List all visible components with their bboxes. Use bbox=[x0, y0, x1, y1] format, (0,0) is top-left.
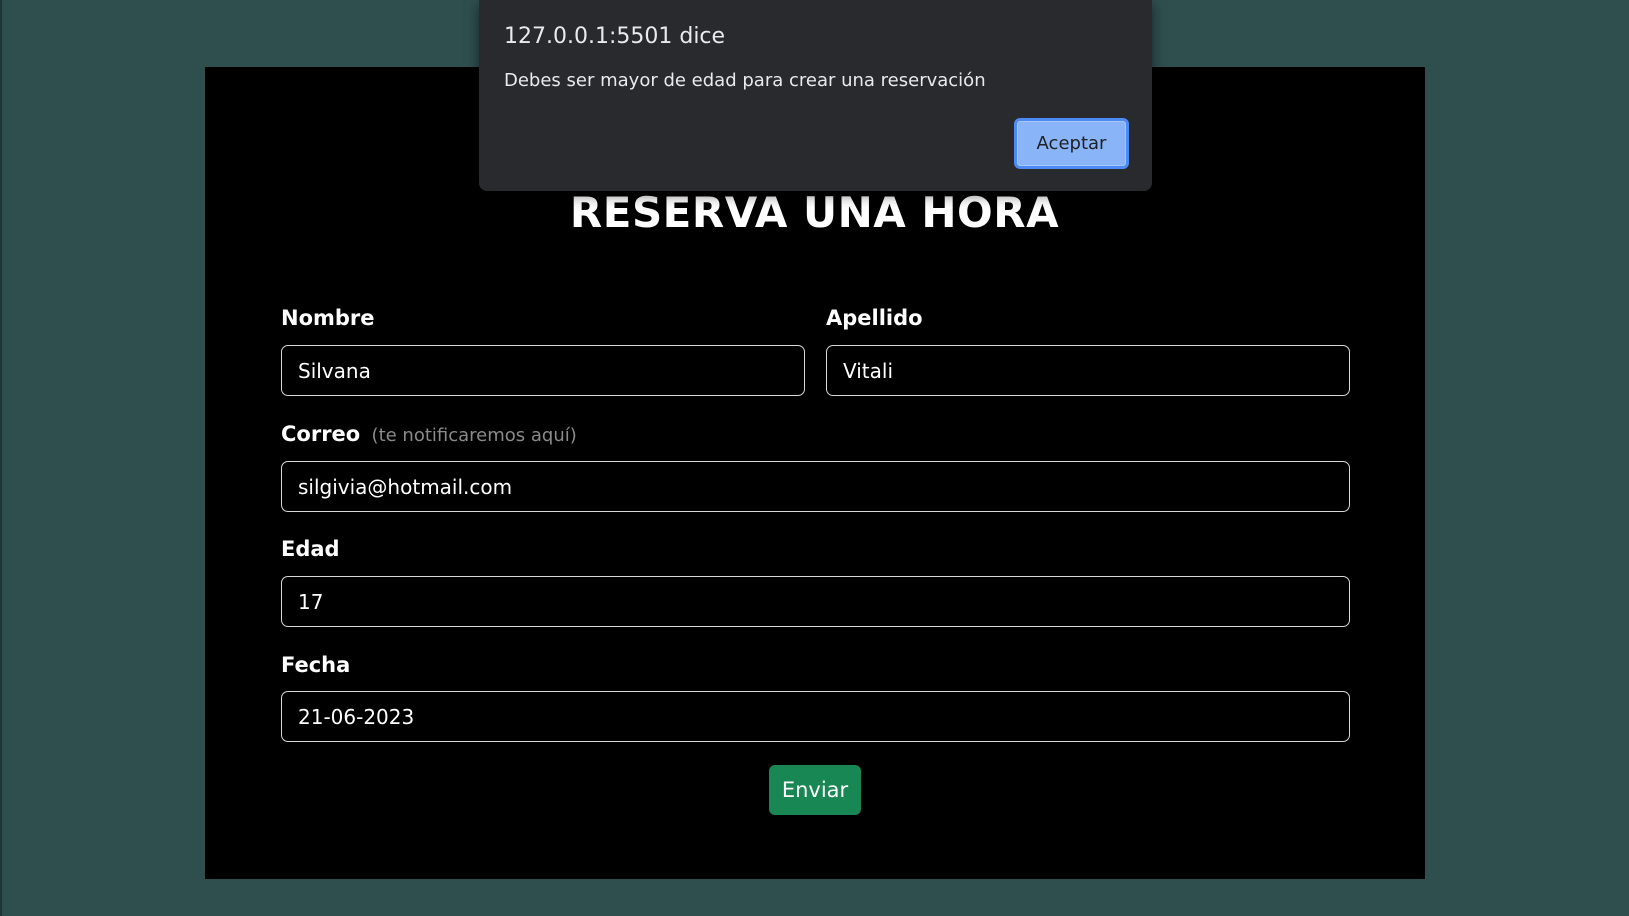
apellido-label: Apellido bbox=[826, 306, 923, 330]
nombre-input[interactable] bbox=[281, 345, 805, 396]
dialog-accept-button[interactable]: Aceptar bbox=[1014, 118, 1129, 169]
nombre-label: Nombre bbox=[281, 306, 375, 330]
dialog-origin: 127.0.0.1:5501 dice bbox=[504, 24, 726, 49]
page: RESERVA UNA HORA Nombre Apellido Correo … bbox=[0, 0, 1629, 916]
window-edge bbox=[0, 0, 2, 916]
correo-input[interactable] bbox=[281, 461, 1350, 512]
apellido-input[interactable] bbox=[826, 345, 1350, 396]
correo-hint: (te notificaremos aquí) bbox=[371, 425, 577, 446]
edad-input[interactable] bbox=[281, 576, 1350, 627]
fecha-input[interactable] bbox=[281, 691, 1350, 742]
alert-dialog: 127.0.0.1:5501 dice Debes ser mayor de e… bbox=[479, 0, 1152, 191]
edad-label: Edad bbox=[281, 537, 340, 561]
fecha-label: Fecha bbox=[281, 653, 351, 677]
correo-label: Correo bbox=[281, 422, 361, 446]
dialog-message: Debes ser mayor de edad para crear una r… bbox=[504, 70, 986, 91]
submit-button[interactable]: Enviar bbox=[769, 765, 861, 815]
correo-label-row: Correo (te notificaremos aquí) bbox=[281, 422, 577, 446]
form-title: RESERVA UNA HORA bbox=[569, 188, 1060, 237]
